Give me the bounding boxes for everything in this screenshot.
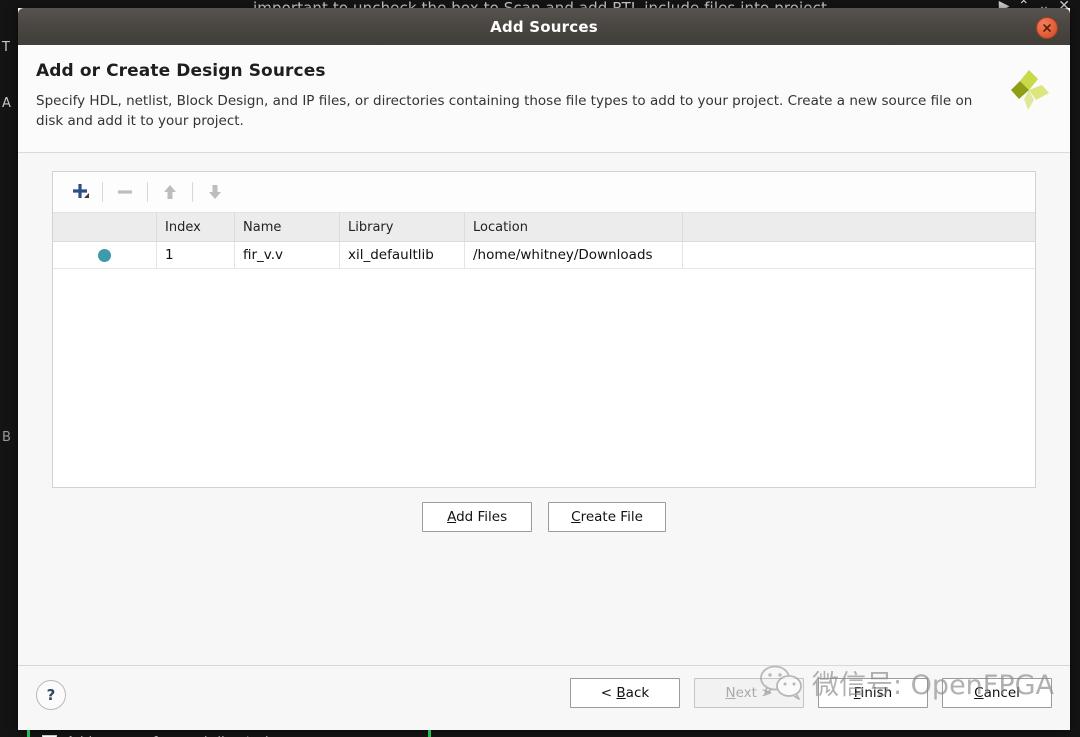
row-name: fir_v.v — [235, 241, 340, 269]
dialog-title: Add Sources — [490, 17, 598, 36]
row-location: /home/whitney/Downloads — [465, 241, 683, 269]
background-left-glyph-mid: A — [2, 96, 11, 111]
sources-panel: Index Name Library Location 1 fir_v.v xi… — [52, 171, 1036, 488]
add-sources-dialog: Add Sources Add or Create Design Sources… — [18, 8, 1070, 737]
close-icon[interactable] — [1036, 17, 1058, 39]
background-left-glyph-top: T — [2, 40, 10, 55]
column-header-filler — [683, 213, 1035, 242]
dialog-header: Add or Create Design Sources Specify HDL… — [18, 45, 1070, 153]
vivado-pinwheel-logo-icon — [1006, 67, 1052, 113]
finish-accel: F — [853, 685, 861, 701]
page-title: Add or Create Design Sources — [36, 61, 326, 81]
plus-icon[interactable] — [63, 177, 97, 207]
toolbar-separator — [102, 182, 103, 202]
row-status-cell — [53, 241, 157, 269]
add-files-label-rest: dd Files — [456, 509, 508, 525]
create-file-button[interactable]: Create File — [548, 502, 666, 532]
cancel-accel: C — [974, 685, 984, 701]
page-description: Specify HDL, netlist, Block Design, and … — [36, 93, 973, 130]
dialog-footer: ? < Back Next > Finish Cancel — [18, 665, 1070, 730]
column-header-location[interactable]: Location — [465, 212, 683, 242]
column-header-name[interactable]: Name — [235, 212, 340, 242]
dialog-body: Index Name Library Location 1 fir_v.v xi… — [18, 153, 1070, 737]
dialog-titlebar: Add Sources — [18, 8, 1070, 45]
create-file-label-rest: reate File — [580, 509, 643, 525]
finish-button[interactable]: Finish — [818, 678, 928, 708]
help-icon[interactable]: ? — [36, 680, 66, 710]
column-header-index[interactable]: Index — [157, 212, 235, 242]
arrow-up-icon[interactable] — [153, 177, 187, 207]
minus-icon[interactable] — [108, 177, 142, 207]
create-file-accel: C — [571, 509, 581, 525]
arrow-down-icon[interactable] — [198, 177, 232, 207]
file-action-buttons: Add Files Create File — [52, 502, 1036, 532]
column-header-status — [53, 212, 157, 242]
next-button: Next > — [694, 678, 804, 708]
toolbar-separator — [147, 182, 148, 202]
back-button[interactable]: < Back — [570, 678, 680, 708]
background-left-glyph-bottom: B — [2, 430, 11, 445]
wizard-nav-buttons: < Back Next > Finish Cancel — [570, 678, 1052, 708]
cancel-button[interactable]: Cancel — [942, 678, 1052, 708]
add-files-button[interactable]: Add Files — [422, 502, 533, 532]
row-index: 1 — [157, 241, 235, 269]
table-header-row: Index Name Library Location — [53, 212, 1035, 242]
sources-toolbar — [53, 172, 1035, 213]
screen-root: important to uncheck the box to Scan and… — [0, 0, 1080, 737]
table-row[interactable]: 1 fir_v.v xil_defaultlib /home/whitney/D… — [53, 241, 1035, 269]
column-header-library[interactable]: Library — [340, 212, 465, 242]
row-library: xil_defaultlib — [340, 241, 465, 269]
toolbar-separator — [192, 182, 193, 202]
teal-dot-icon — [98, 248, 111, 262]
back-accel: B — [616, 685, 626, 701]
row-filler — [683, 242, 1035, 269]
next-accel: N — [725, 685, 736, 701]
add-files-accel: A — [447, 509, 457, 525]
